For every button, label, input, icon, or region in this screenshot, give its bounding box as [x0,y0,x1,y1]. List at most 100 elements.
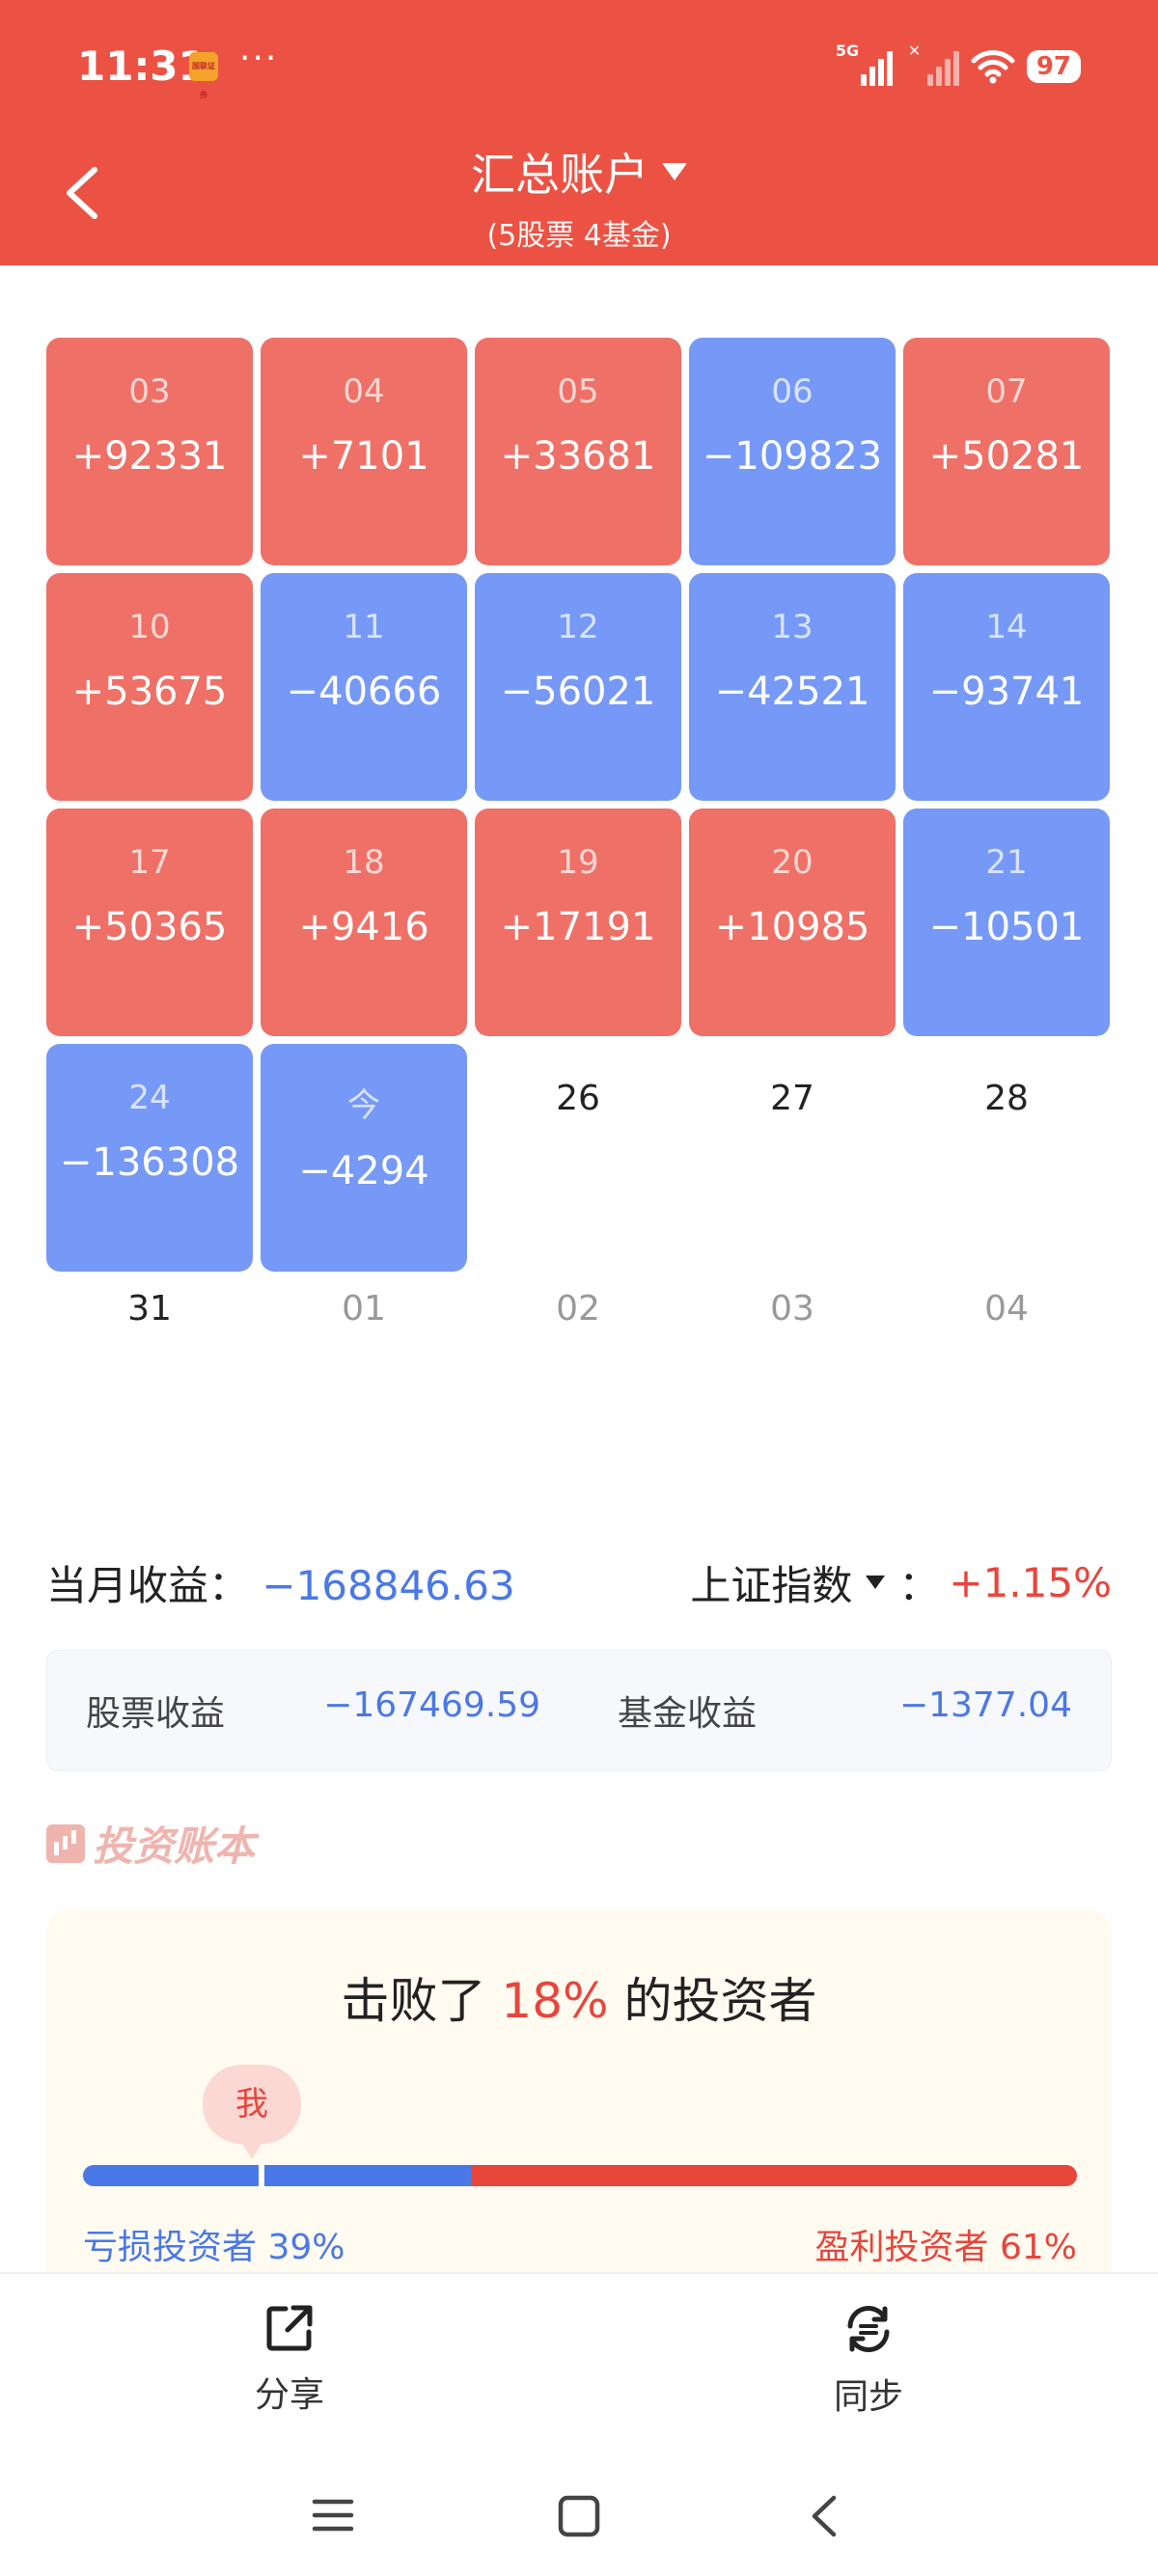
sync-icon [847,2305,890,2353]
calendar-day-label: 03 [128,372,171,411]
calendar-day-cell[interactable]: 13 −42521 [689,573,896,801]
calendar-day-profit: −10501 [928,905,1085,949]
sync-button[interactable]: 同步 [772,2303,965,2419]
calendar-day-profit: +9416 [298,905,429,949]
calendar-day-cell[interactable]: 20 +10985 [689,808,896,1036]
account-selector[interactable]: 汇总账户 (5股票 4基金) [0,140,1158,254]
calendar-day-cell[interactable]: 06 −109823 [689,338,896,565]
index-name: 上证指数 [690,1561,853,1609]
calendar-day-cell[interactable]: 07 +50281 [903,338,1110,565]
calendar-day-cell[interactable]: 04 +7101 [261,338,467,565]
back-nav-icon[interactable] [805,2494,843,2538]
calendar-day-cell[interactable]: 21 −10501 [903,808,1110,1036]
calendar-day-cell: 27 [689,1044,896,1272]
calendar-day-profit: −136308 [59,1140,240,1185]
calendar-day-cell[interactable]: 14 −93741 [903,573,1110,801]
calendar-day-label: 17 [128,843,171,882]
dropdown-caret-icon [662,163,687,180]
home-nav-icon[interactable] [557,2494,601,2538]
calendar-day-label: 24 [128,1079,171,1117]
ranking-title: 击败了 18% 的投资者 [46,1962,1112,2032]
profit-calendar: 03 +92331 04 +7101 05 +33681 06 −109823 07 +50281… [46,338,1112,1507]
calendar-day-cell[interactable]: 18 +9416 [261,808,467,1036]
index-selector[interactable]: 上证指数 ： +1.15% [690,1553,1112,1612]
calendar-day-cell[interactable]: 19 +17191 [475,808,681,1036]
page-subtitle: (5股票 4基金) [486,219,672,253]
index-dropdown-icon [866,1576,886,1589]
gain-investors-label: 盈利投资者 61% [814,2228,1077,2267]
calendar-day-cell[interactable]: 17 +50365 [46,808,253,1036]
wifi-icon [971,50,1015,84]
calendar-day-label: 13 [771,608,813,646]
menu-nav-icon[interactable] [311,2494,355,2536]
calendar-day-label: 19 [557,843,599,882]
stock-profit-label: 股票收益 [86,1694,226,1734]
calendar-day-label: 10 [128,608,171,646]
calendar-day-cell[interactable]: 05 +33681 [475,338,681,565]
calendar-day-label: 05 [557,372,599,411]
ranking-suffix: 的投资者 [623,1973,817,2029]
distribution-labels: 亏损投资者 39% 盈利投资者 61% [83,2219,1077,2269]
calendar-day-profit: −93741 [928,670,1085,714]
calendar-day-label: 12 [557,608,599,646]
month-profit-value: −168846.63 [262,1561,515,1609]
investor-distribution-bar [83,2165,1077,2186]
stock-profit-value: −167469.59 [323,1685,540,1725]
ranking-prefix: 击败了 [341,1973,486,2029]
calendar-day-label: 11 [343,608,385,646]
calendar-day-label: 今 [347,1086,380,1125]
status-indicators: 5G ✕ 97 [836,41,1081,91]
share-button[interactable]: 分享 [193,2303,386,2417]
calendar-day-profit: −42521 [714,670,870,714]
ranking-card: 击败了 18% 的投资者 我 亏损投资者 39% 盈利投资者 61% [46,1908,1112,2314]
calendar-day-label: 26 [556,1079,600,1118]
calendar-day-profit: −56021 [500,670,656,714]
me-marker-bubble: 我 [203,2065,301,2159]
calendar-day-profit: −4294 [298,1149,429,1193]
month-profit-label: 当月收益： [46,1561,250,1609]
index-separator: ： [898,1561,940,1609]
calendar-day-cell: 04 [903,1279,1110,1395]
calendar-day-label: 04 [343,372,385,411]
calendar-day-cell[interactable]: 12 −56021 [475,573,681,801]
index-change-value: +1.15% [949,1558,1112,1606]
fund-profit-value: −1377.04 [898,1685,1072,1725]
calendar-day-label: 03 [770,1289,814,1329]
calendar-day-cell[interactable]: 03 +92331 [46,338,253,565]
gain-segment [470,2165,1077,2186]
ranking-percent: 18% [501,1973,609,2029]
calendar-day-profit: +53675 [71,670,228,714]
page-title: 汇总账户 [471,149,648,201]
share-label: 分享 [254,2375,324,2415]
calendar-day-profit: +33681 [500,434,656,479]
fund-profit-label: 基金收益 [618,1694,758,1734]
calendar-day-cell[interactable]: 10 +53675 [46,573,253,801]
calendar-day-cell[interactable]: 今 −4294 [261,1044,467,1272]
share-icon [266,2305,313,2351]
app-header: 11:31 国联证券 ··· 5G ✕ 97 汇总账户 (5股票 4基金) [0,0,1158,265]
battery-indicator: 97 [1026,50,1081,83]
network-type-label: 5G [835,41,860,60]
brand-watermark: 投资账本 [46,1814,255,1873]
calendar-day-profit: +10985 [714,905,870,949]
calendar-day-label: 18 [343,843,385,882]
app-notification-icon: 国联证券 [189,52,218,99]
calendar-day-cell[interactable]: 24 −136308 [46,1044,253,1272]
status-time: 11:31 [77,42,207,90]
monthly-summary: 当月收益： −168846.63 上证指数 ： +1.15% [46,1553,1112,1611]
signal-5g-icon: 5G [836,41,893,86]
calendar-day-profit: +7101 [298,434,429,479]
calendar-day-profit: +92331 [71,434,228,479]
calendar-day-label: 07 [985,372,1028,411]
calendar-day-label: 20 [771,843,813,882]
calendar-day-cell: 26 [475,1044,681,1272]
calendar-day-label: 31 [127,1289,172,1329]
calendar-day-label: 14 [985,608,1028,646]
calendar-day-label: 06 [771,372,813,411]
calendar-day-cell[interactable]: 11 −40666 [261,573,467,801]
calendar-day-profit: +50365 [71,905,228,949]
calendar-day-cell: 02 [475,1279,681,1395]
calendar-day-cell: 03 [689,1279,896,1395]
calendar-day-profit: +50281 [928,434,1085,479]
calendar-day-cell: 28 [903,1044,1110,1272]
